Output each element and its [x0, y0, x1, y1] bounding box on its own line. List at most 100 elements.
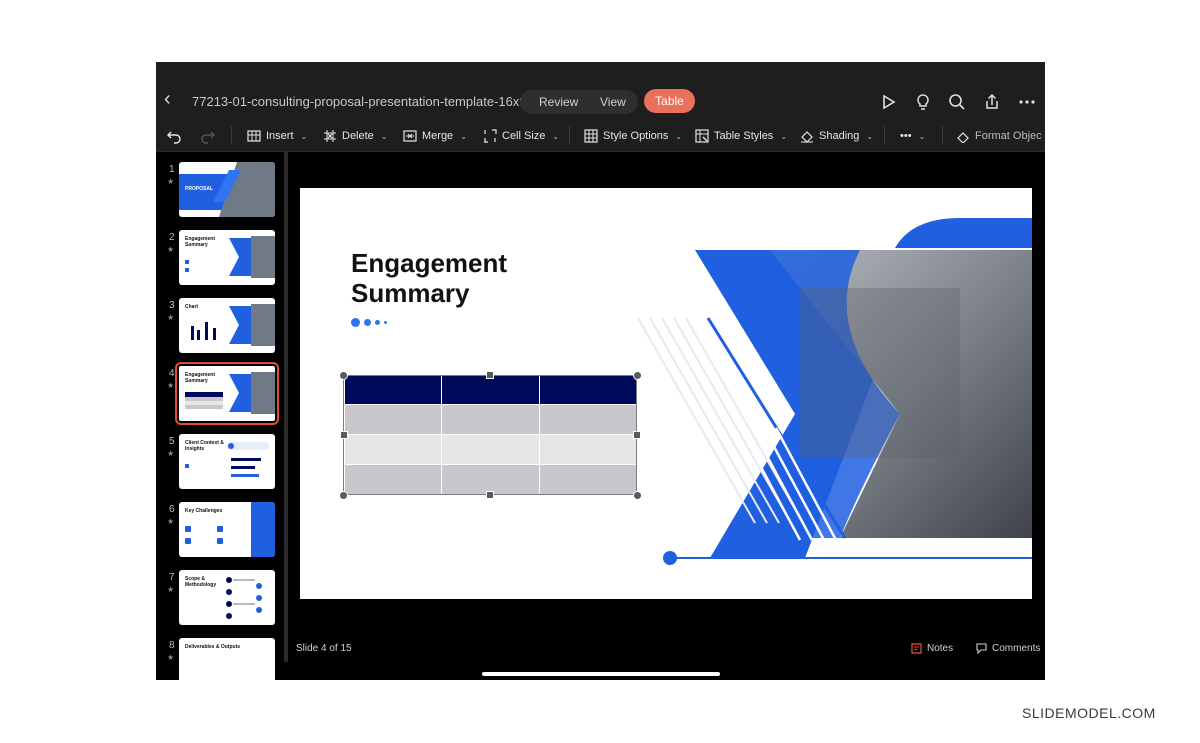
thumbnail-number: 4 — [169, 368, 175, 379]
table-toolbar: Insert ⌄ Delete ⌄ Merge ⌄ Cell Size ⌄ Style … — [156, 114, 1045, 152]
slide-thumbnail-7[interactable]: Scope & Methodology — [179, 570, 275, 625]
thumbnail-title: Engagement Summary — [185, 236, 216, 248]
cell-size-label: Cell Size — [502, 130, 546, 142]
dot — [375, 320, 380, 325]
star-icon: ★ — [167, 517, 175, 526]
insert-label: Insert — [266, 130, 294, 142]
merge-label: Merge — [422, 130, 454, 142]
more-options-button[interactable]: ••• ⌄ — [900, 128, 925, 144]
resize-handle[interactable] — [339, 371, 348, 380]
search-icon[interactable] — [947, 92, 967, 112]
thumbnail-title: Key Challenges — [185, 508, 223, 514]
thumbnail-title: Client Context & Insights — [185, 440, 224, 452]
slide-thumbnail-4[interactable]: Engagement Summary — [175, 362, 279, 425]
resize-handle[interactable] — [486, 371, 494, 379]
slide-thumbnail-1[interactable]: PROPOSAL — [179, 162, 275, 217]
cell-size-button[interactable]: Cell Size ⌄ — [483, 128, 559, 144]
style-options-button[interactable]: Style Options ⌄ — [584, 128, 682, 144]
slide-thumbnail-8[interactable]: Deliverables & Outputs — [179, 638, 275, 680]
chevron-down-icon: ⌄ — [918, 131, 926, 141]
redo-icon[interactable] — [200, 128, 216, 144]
resize-handle[interactable] — [633, 371, 642, 380]
chevron-down-icon: ⌄ — [866, 131, 874, 141]
home-indicator[interactable] — [482, 672, 720, 676]
resize-handle[interactable] — [340, 431, 348, 439]
table-delete-icon — [324, 130, 336, 142]
resize-handle[interactable] — [633, 431, 641, 439]
table-selection-frame — [343, 375, 637, 495]
star-icon: ★ — [167, 449, 175, 458]
tab-view[interactable]: View — [600, 95, 626, 109]
chevron-down-icon: ⌄ — [460, 131, 467, 141]
thumbnail-number: 7 — [169, 572, 175, 583]
star-icon: ★ — [167, 585, 175, 594]
toolbar-divider — [942, 126, 943, 144]
notes-label: Notes — [927, 643, 954, 654]
thumbnail-title: Chart — [185, 304, 199, 310]
format-object-label: Format Objec — [975, 130, 1042, 142]
more-label: ••• — [900, 130, 912, 142]
merge-button[interactable]: Merge ⌄ — [403, 128, 467, 144]
star-icon: ★ — [167, 381, 175, 390]
toolbar-divider — [569, 126, 570, 144]
shading-label: Shading — [819, 130, 860, 142]
style-options-label: Style Options — [603, 130, 669, 142]
tab-table[interactable]: Table — [644, 89, 695, 113]
chevron-left-icon[interactable]: ‹ — [164, 88, 171, 111]
current-slide[interactable]: Engagement Summary — [300, 188, 1032, 599]
thumbnail-number: 3 — [169, 300, 175, 311]
share-icon[interactable] — [982, 92, 1002, 112]
play-icon[interactable] — [878, 92, 898, 112]
star-icon: ★ — [167, 653, 175, 662]
comment-icon — [976, 643, 987, 654]
tab-review[interactable]: Review — [539, 95, 578, 109]
table-styles-icon — [695, 129, 709, 143]
table-styles-label: Table Styles — [714, 130, 774, 142]
resize-handle[interactable] — [633, 491, 642, 500]
chevron-down-icon: ⌄ — [380, 131, 388, 141]
lightbulb-icon[interactable] — [913, 92, 933, 112]
thumbnail-number: 1 — [169, 164, 175, 175]
notes-icon — [911, 643, 922, 654]
thumbnail-number: 2 — [169, 232, 175, 243]
thumbnail-title: Engagement Summary — [185, 372, 216, 384]
resize-handle[interactable] — [486, 491, 494, 499]
decorative-dots — [351, 318, 387, 327]
dot — [384, 321, 387, 324]
delete-button[interactable]: Delete ⌄ — [323, 128, 388, 144]
ipad-app-window: ‹ 77213-01-consulting-proposal-presentat… — [156, 62, 1045, 680]
delete-label: Delete — [342, 130, 374, 142]
star-icon: ★ — [167, 313, 175, 322]
toolbar-divider — [231, 126, 232, 144]
undo-icon[interactable] — [166, 128, 182, 144]
slide-thumbnail-6[interactable]: Key Challenges — [179, 502, 275, 557]
document-title[interactable]: 77213-01-consulting-proposal-presentatio… — [192, 94, 527, 109]
slide-thumbnail-5[interactable]: Client Context & Insights — [179, 434, 275, 489]
merge-cells-icon — [403, 130, 417, 142]
chevron-down-icon: ⌄ — [552, 131, 560, 141]
comments-label: Comments — [992, 643, 1041, 654]
toolbar-divider — [884, 126, 885, 144]
thumbnail-title: Deliverables & Outputs — [185, 644, 241, 650]
slide-canvas[interactable]: Engagement Summary — [288, 152, 1045, 680]
star-icon: ★ — [167, 177, 175, 186]
slide-thumbnail-3[interactable]: Chart — [179, 298, 275, 353]
slide-title[interactable]: Engagement Summary — [351, 248, 581, 308]
thumbnail-number: 5 — [169, 436, 175, 447]
slide-thumbnail-panel[interactable]: 1 ★ PROPOSAL 2 ★ Engagement Summary 3 ★ — [156, 152, 284, 680]
chevron-down-icon: ⌄ — [300, 131, 308, 141]
slide-thumbnail-2[interactable]: Engagement Summary — [179, 230, 275, 285]
resize-handle[interactable] — [339, 491, 348, 500]
insert-button[interactable]: Insert ⌄ — [247, 128, 307, 144]
notes-button[interactable]: Notes — [911, 643, 953, 654]
thumbnail-title-text: PROPOSAL — [185, 186, 213, 192]
more-icon[interactable] — [1017, 92, 1037, 112]
format-object-button[interactable]: Format Objec — [956, 128, 1042, 144]
thumbnail-graphic: PROPOSAL — [179, 162, 275, 217]
shading-button[interactable]: Shading ⌄ — [800, 128, 873, 144]
thumbnail-number: 8 — [169, 640, 175, 651]
chevron-down-icon: ⌄ — [675, 131, 683, 141]
table-styles-button[interactable]: Table Styles ⌄ — [695, 128, 787, 144]
style-options-icon — [584, 129, 598, 143]
comments-button[interactable]: Comments — [976, 643, 1040, 654]
